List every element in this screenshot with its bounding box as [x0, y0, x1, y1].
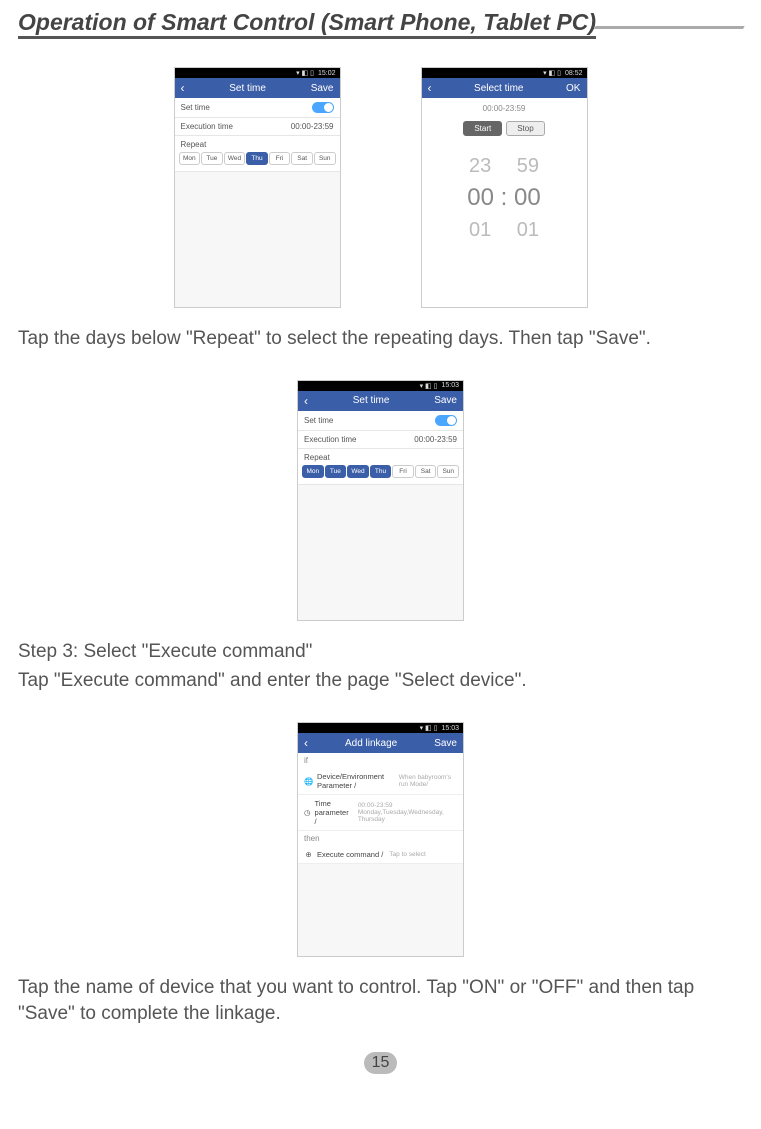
execution-time-value: 00:00-23:59 [414, 435, 457, 444]
signal-icon: ▾ ◧ ▯ [543, 69, 561, 77]
if-label: if [298, 753, 463, 768]
day-sun[interactable]: Sun [437, 465, 459, 478]
signal-icon: ▾ ◧ ▯ [296, 69, 314, 77]
device-env-label: Device/Environment Parameter / [317, 772, 393, 790]
status-bar: ▾ ◧ ▯ 15:03 [298, 381, 463, 391]
execution-time-label: Execution time [181, 122, 233, 131]
day-sun[interactable]: Sun [314, 152, 336, 165]
execution-time-label: Execution time [304, 435, 356, 444]
status-bar: ▾ ◧ ▯ 15:02 [175, 68, 340, 78]
day-sat[interactable]: Sat [415, 465, 437, 478]
app-title: Set time [353, 395, 390, 406]
app-title: Select time [474, 83, 523, 94]
time-parameter-label: Time parameter / [315, 799, 352, 826]
save-button[interactable]: Save [311, 83, 334, 94]
day-mon[interactable]: Mon [179, 152, 201, 165]
wheel-prev: 23 59 [422, 152, 587, 181]
start-tab[interactable]: Start [463, 121, 502, 136]
day-tue[interactable]: Tue [325, 465, 347, 478]
globe-icon: 🌐 [304, 777, 313, 786]
wheel-next: 01 01 [422, 216, 587, 245]
stop-tab[interactable]: Stop [506, 121, 544, 136]
back-icon[interactable]: ‹ [304, 395, 308, 407]
device-env-value: When babyroom's run Mode/ [399, 774, 457, 788]
set-time-toggle[interactable] [312, 102, 334, 113]
signal-icon: ▾ ◧ ▯ [420, 382, 438, 390]
step3-heading: Step 3: Select "Execute command" [18, 639, 743, 665]
repeat-days: Mon Tue Wed Thu Fri Sat Sun [175, 149, 340, 172]
time-parameter-value: 00:00-23:59 Monday,Tuesday,Wednesday, Th… [358, 802, 457, 823]
page-title: Operation of Smart Control (Smart Phone,… [18, 10, 596, 39]
status-time: 08:52 [565, 70, 583, 77]
screenshot-set-time-multi-day: ▾ ◧ ▯ 15:03 ‹ Set time Save Set time Exe… [297, 380, 464, 621]
status-time: 15:02 [318, 70, 336, 77]
set-time-label: Set time [181, 103, 210, 112]
device-env-row[interactable]: 🌐 Device/Environment Parameter / When ba… [298, 768, 463, 795]
heading-rule [596, 10, 743, 39]
time-picker[interactable]: 23 59 00 : 00 01 01 [422, 146, 587, 261]
repeat-days: Mon Tue Wed Thu Fri Sat Sun [298, 462, 463, 485]
day-wed[interactable]: Wed [224, 152, 246, 165]
back-icon[interactable]: ‹ [428, 82, 432, 94]
signal-icon: ▾ ◧ ▯ [420, 724, 438, 732]
save-button[interactable]: Save [434, 738, 457, 749]
clock-icon: ◷ [304, 808, 311, 817]
instruction-repeat-days: Tap the days below "Repeat" to select th… [18, 326, 743, 352]
app-bar: ‹ Add linkage Save [298, 733, 463, 753]
time-range: 00:00-23:59 [422, 98, 587, 115]
execute-command-value: Tap to select [389, 851, 426, 858]
app-bar: ‹ Set time Save [298, 391, 463, 411]
status-time: 15:03 [441, 382, 459, 389]
execute-command-row[interactable]: ⊕ Execute command / Tap to select [298, 846, 463, 864]
app-title: Set time [229, 83, 266, 94]
empty-area [175, 172, 340, 307]
day-fri[interactable]: Fri [269, 152, 291, 165]
wheel-current: 00 : 00 [422, 181, 587, 216]
day-sat[interactable]: Sat [291, 152, 313, 165]
status-bar: ▾ ◧ ▯ 15:03 [298, 723, 463, 733]
status-bar: ▾ ◧ ▯ 08:52 [422, 68, 587, 78]
repeat-label: Repeat [298, 449, 463, 462]
back-icon[interactable]: ‹ [181, 82, 185, 94]
day-thu[interactable]: Thu [370, 465, 392, 478]
app-bar: ‹ Select time OK [422, 78, 587, 98]
back-icon[interactable]: ‹ [304, 737, 308, 749]
execution-time-row[interactable]: Execution time 00:00-23:59 [298, 431, 463, 449]
empty-area [298, 485, 463, 620]
empty-area [298, 864, 463, 956]
execution-time-row[interactable]: Execution time 00:00-23:59 [175, 118, 340, 136]
set-time-label: Set time [304, 416, 333, 425]
target-icon: ⊕ [304, 850, 313, 859]
day-wed[interactable]: Wed [347, 465, 369, 478]
execution-time-value: 00:00-23:59 [291, 122, 334, 131]
screenshot-set-time-single-day: ▾ ◧ ▯ 15:02 ‹ Set time Save Set time Exe… [174, 67, 341, 308]
page-number-wrap: 15 [18, 1052, 743, 1074]
screenshot-select-time: ▾ ◧ ▯ 08:52 ‹ Select time OK 00:00-23:59… [421, 67, 588, 308]
repeat-label: Repeat [175, 136, 340, 149]
time-parameter-row[interactable]: ◷ Time parameter / 00:00-23:59 Monday,Tu… [298, 795, 463, 831]
start-stop-tabs: Start Stop [422, 121, 587, 136]
day-fri[interactable]: Fri [392, 465, 414, 478]
page-heading: Operation of Smart Control (Smart Phone,… [18, 10, 743, 39]
day-tue[interactable]: Tue [201, 152, 223, 165]
instruction-device-onoff: Tap the name of device that you want to … [18, 975, 743, 1026]
day-mon[interactable]: Mon [302, 465, 324, 478]
status-time: 15:03 [441, 725, 459, 732]
app-bar: ‹ Set time Save [175, 78, 340, 98]
set-time-toggle[interactable] [435, 415, 457, 426]
ok-button[interactable]: OK [566, 83, 580, 94]
execute-command-label: Execute command / [317, 850, 383, 859]
screenshot-add-linkage: ▾ ◧ ▯ 15:03 ‹ Add linkage Save if 🌐 Devi… [297, 722, 464, 957]
day-thu[interactable]: Thu [246, 152, 268, 165]
app-title: Add linkage [345, 738, 397, 749]
then-label: then [298, 831, 463, 846]
set-time-row: Set time [175, 98, 340, 118]
step3-instruction: Tap "Execute command" and enter the page… [18, 668, 743, 694]
save-button[interactable]: Save [434, 395, 457, 406]
page-number: 15 [364, 1052, 398, 1074]
set-time-row: Set time [298, 411, 463, 431]
